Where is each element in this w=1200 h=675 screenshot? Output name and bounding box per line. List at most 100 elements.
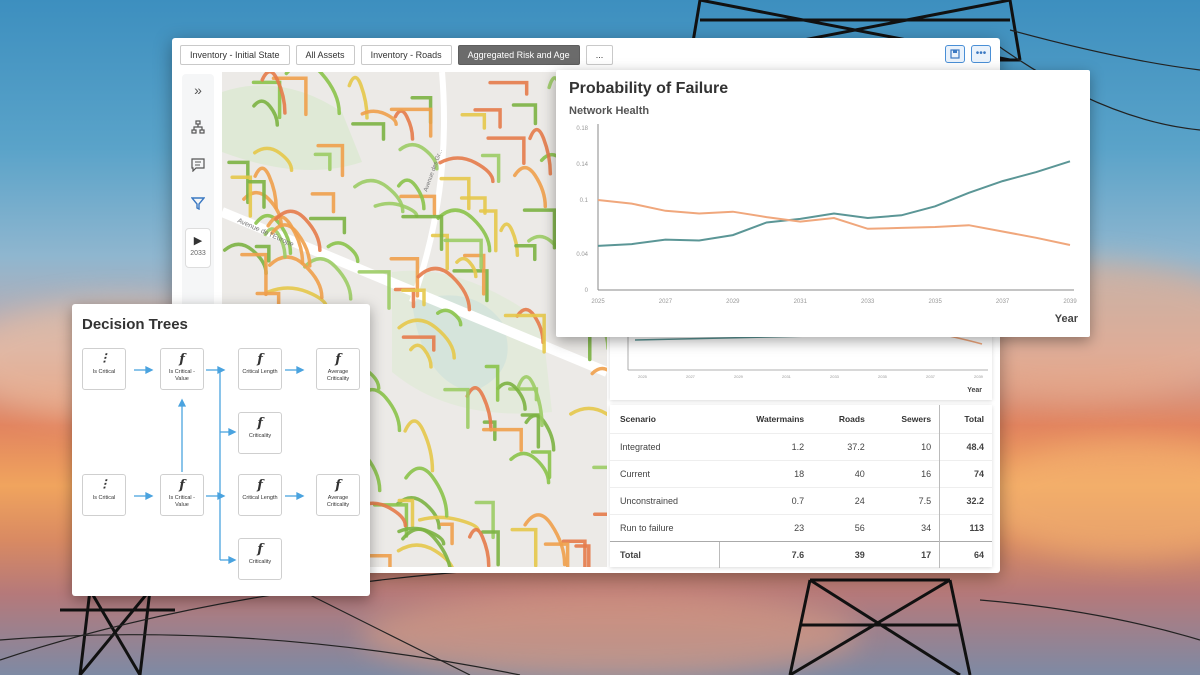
- dt-node-is-critical[interactable]: ⫶ Is Critical: [82, 348, 126, 390]
- mini-x-tick: 2029: [734, 374, 744, 379]
- table-cell: 74: [939, 459, 992, 487]
- table-cell: 1.2: [719, 432, 813, 460]
- dt-node-average-criticality[interactable]: f Average Criticality: [316, 348, 360, 390]
- table-header[interactable]: Roads: [812, 405, 873, 433]
- probability-of-failure-panel: Probability of Failure Network Health 00…: [556, 70, 1090, 337]
- y-tick-label: 0.04: [576, 252, 588, 258]
- dt-node-average-criticality[interactable]: f Average Criticality: [316, 474, 360, 516]
- table-header[interactable]: Watermains: [720, 405, 812, 433]
- table-row: Integrated 1.2 37.2 10 48.4: [610, 432, 992, 460]
- table-cell: 18: [719, 459, 813, 487]
- mini-x-tick: 2035: [878, 374, 888, 379]
- dt-node-criticality[interactable]: f Criticality: [238, 538, 282, 580]
- table-row: Run to failure 23 56 34 113: [610, 513, 992, 541]
- y-tick-label: 0: [585, 288, 589, 294]
- table-cell: Current: [610, 459, 720, 487]
- y-tick-label: 0.1: [580, 198, 589, 204]
- x-tick-label: 2033: [861, 299, 875, 305]
- x-tick-label: 2031: [794, 299, 808, 305]
- table-cell: 7.6: [719, 540, 813, 568]
- dt-node-is-critical[interactable]: ⫶ Is Critical: [82, 474, 126, 516]
- function-icon: f: [335, 352, 341, 367]
- dt-node-criticality[interactable]: f Criticality: [238, 412, 282, 454]
- table-cell: 56: [812, 513, 873, 541]
- tab-all-assets[interactable]: All Assets: [295, 45, 355, 65]
- table-cell: Unconstrained: [610, 486, 720, 514]
- table-cell: 64: [939, 540, 992, 568]
- pof-x-axis-label: Year: [1054, 313, 1078, 325]
- dt-node-critical-length[interactable]: f Critical Length: [238, 348, 282, 390]
- filter-icon: ⫶: [102, 478, 106, 493]
- tab-aggregated-risk-and-age[interactable]: Aggregated Risk and Age: [457, 45, 580, 65]
- table-cell: 39: [812, 540, 873, 568]
- table-header[interactable]: Sewers: [873, 405, 940, 433]
- tab-inventory-initial-state[interactable]: Inventory - Initial State: [180, 45, 290, 65]
- play-year: 2033: [190, 250, 206, 257]
- decision-trees-panel: Decision Trees ⫶ Is Critical f Is Critical…: [72, 304, 370, 596]
- table-cell: Integrated: [610, 432, 720, 460]
- double-chevron-right-icon[interactable]: »: [182, 82, 214, 98]
- secondary-chart: 2025 2027 2029 2031 2033 2035 2037 2039 Year: [610, 330, 992, 400]
- table-cell: 113: [939, 513, 992, 541]
- filter-icon: ⫶: [102, 352, 106, 367]
- dt-node-is-critical-value[interactable]: f Is Critical - Value: [160, 348, 204, 390]
- table-cell: 7.5: [872, 486, 940, 514]
- table-cell: 32.2: [939, 486, 992, 514]
- mini-x-tick: 2031: [782, 374, 792, 379]
- table-cell: 37.2: [812, 432, 873, 460]
- comment-icon[interactable]: [182, 158, 214, 175]
- mini-x-tick: 2033: [830, 374, 840, 379]
- scenario-table: Scenario Watermains Roads Sewers Total Integ…: [610, 405, 992, 568]
- x-tick-label: 2037: [996, 299, 1010, 305]
- table-cell: Total: [610, 540, 720, 568]
- table-cell: 16: [872, 459, 940, 487]
- x-tick-label: 2029: [726, 299, 740, 305]
- series-line-0: [597, 160, 1071, 247]
- y-tick-label: 0.14: [576, 162, 588, 168]
- table-row: Current 18 40 16 74: [610, 459, 992, 487]
- x-tick-label: 2025: [591, 299, 605, 305]
- table-cell: 24: [812, 486, 873, 514]
- table-cell: 0.7: [719, 486, 813, 514]
- table-cell: 34: [872, 513, 940, 541]
- dt-node-is-critical-value[interactable]: f Is Critical - Value: [160, 474, 204, 516]
- tab-inventory-roads[interactable]: Inventory - Roads: [360, 45, 452, 65]
- more-icon[interactable]: •••: [971, 45, 991, 63]
- pof-line-chart: 0 0.04 0.1 0.14 0.18 2025 2027 2029 2031 2033 2035…: [576, 124, 1077, 305]
- mini-x-tick: 2027: [686, 374, 696, 379]
- table-header[interactable]: Scenario: [610, 405, 720, 433]
- left-toolbar: » ▶ 2033: [182, 74, 214, 312]
- tab-bar: Inventory - Initial State All Assets Inven…: [180, 45, 614, 65]
- mini-x-tick: 2025: [638, 374, 648, 379]
- table-cell: 17: [872, 540, 940, 568]
- tab-more[interactable]: ...: [585, 45, 614, 65]
- save-icon[interactable]: [945, 45, 965, 63]
- series-line-1: [597, 199, 1071, 246]
- function-icon: f: [257, 416, 263, 431]
- filter-icon[interactable]: [182, 196, 214, 213]
- function-icon: f: [335, 478, 341, 493]
- x-tick-label: 2027: [659, 299, 673, 305]
- hierarchy-icon[interactable]: [182, 120, 214, 137]
- table-row: Unconstrained 0.7 24 7.5 32.2: [610, 486, 992, 514]
- x-tick-label: 2035: [928, 299, 942, 305]
- table-cell: 10: [872, 432, 940, 460]
- play-year-control[interactable]: ▶ 2033: [185, 228, 211, 268]
- table-header[interactable]: Total: [939, 405, 992, 433]
- table-cell: 40: [812, 459, 873, 487]
- mini-x-axis-label: Year: [967, 387, 982, 394]
- table-cell: 48.4: [939, 432, 992, 460]
- function-icon: f: [257, 478, 263, 493]
- x-tick-label: 2039: [1063, 299, 1077, 305]
- y-tick-label: 0.18: [576, 126, 588, 132]
- function-icon: f: [179, 478, 185, 493]
- function-icon: f: [257, 542, 263, 557]
- dt-node-critical-length[interactable]: f Critical Length: [238, 474, 282, 516]
- play-icon[interactable]: ▶: [186, 234, 210, 247]
- mini-x-tick: 2037: [926, 374, 936, 379]
- table-footer-row: Total 7.6 39 17 64: [610, 540, 992, 568]
- function-icon: f: [179, 352, 185, 367]
- table-cell: 23: [719, 513, 813, 541]
- function-icon: f: [257, 352, 263, 367]
- mini-x-tick: 2039: [974, 374, 984, 379]
